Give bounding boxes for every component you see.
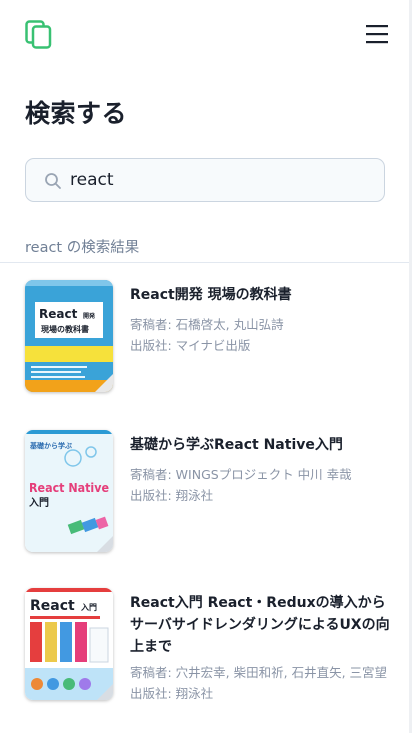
cover-title: React xyxy=(39,307,78,321)
search-box[interactable] xyxy=(25,158,385,202)
book-cover: React 入門 xyxy=(25,588,113,700)
book-authors: 寄稿者: 石橋啓太, 丸山弘詩 xyxy=(130,317,284,332)
cover-title: React xyxy=(30,598,75,614)
book-item[interactable]: React 入門 React入門 React・Reduxの導入からサーバサイドレ… xyxy=(25,588,400,701)
cover-subtitle: 現場の教科書 xyxy=(41,324,89,334)
results-label: react の検索結果 xyxy=(25,240,140,256)
book-title[interactable]: React入門 React・Reduxの導入からサーバサイドレンダリングによるU… xyxy=(130,592,392,658)
book-info: React入門 React・Reduxの導入からサーバサイドレンダリングによるU… xyxy=(130,588,392,704)
cover-subtitle: 基礎から学ぶ xyxy=(29,441,72,450)
book-authors: 寄稿者: 穴井宏幸, 柴田和祈, 石井直矢, 三宮望 xyxy=(130,665,388,680)
divider xyxy=(0,262,412,263)
cover-title: React Native xyxy=(29,481,109,495)
book-cover: React 開発 現場の教科書 xyxy=(25,280,113,392)
book-title[interactable]: React開発 現場の教科書 xyxy=(130,284,392,306)
book-publisher: 出版社: マイナビ出版 xyxy=(130,338,251,353)
book-publisher: 出版社: 翔泳社 xyxy=(130,686,214,701)
book-item[interactable]: React 開発 現場の教科書 React開発 現場の教科書 寄稿者: 石橋啓太… xyxy=(25,280,400,392)
hamburger-menu-icon[interactable] xyxy=(366,23,388,45)
book-authors: 寄稿者: WINGSプロジェクト 中川 幸哉 xyxy=(130,467,352,482)
cover-subtitle: 開発 xyxy=(83,312,96,320)
cover-subtitle: 入門 xyxy=(29,497,49,509)
search-icon xyxy=(45,173,61,189)
search-input[interactable] xyxy=(70,165,370,195)
book-cover: 基礎から学ぶ React Native 入門 xyxy=(25,430,113,552)
page-title: 検索する xyxy=(25,99,128,128)
book-info: React開発 現場の教科書 寄稿者: 石橋啓太, 丸山弘詩 出版社: マイナビ… xyxy=(130,280,392,356)
book-publisher: 出版社: 翔泳社 xyxy=(130,488,214,503)
book-info: 基礎から学ぶReact Native入門 寄稿者: WINGSプロジェクト 中川… xyxy=(130,430,392,506)
book-title[interactable]: 基礎から学ぶReact Native入門 xyxy=(130,434,392,456)
app-header xyxy=(0,0,412,70)
book-item[interactable]: 基礎から学ぶ React Native 入門 基礎から学ぶReact Nativ… xyxy=(25,430,400,552)
copy-pages-logo[interactable] xyxy=(25,20,52,49)
cover-subtitle: 入門 xyxy=(80,603,97,612)
